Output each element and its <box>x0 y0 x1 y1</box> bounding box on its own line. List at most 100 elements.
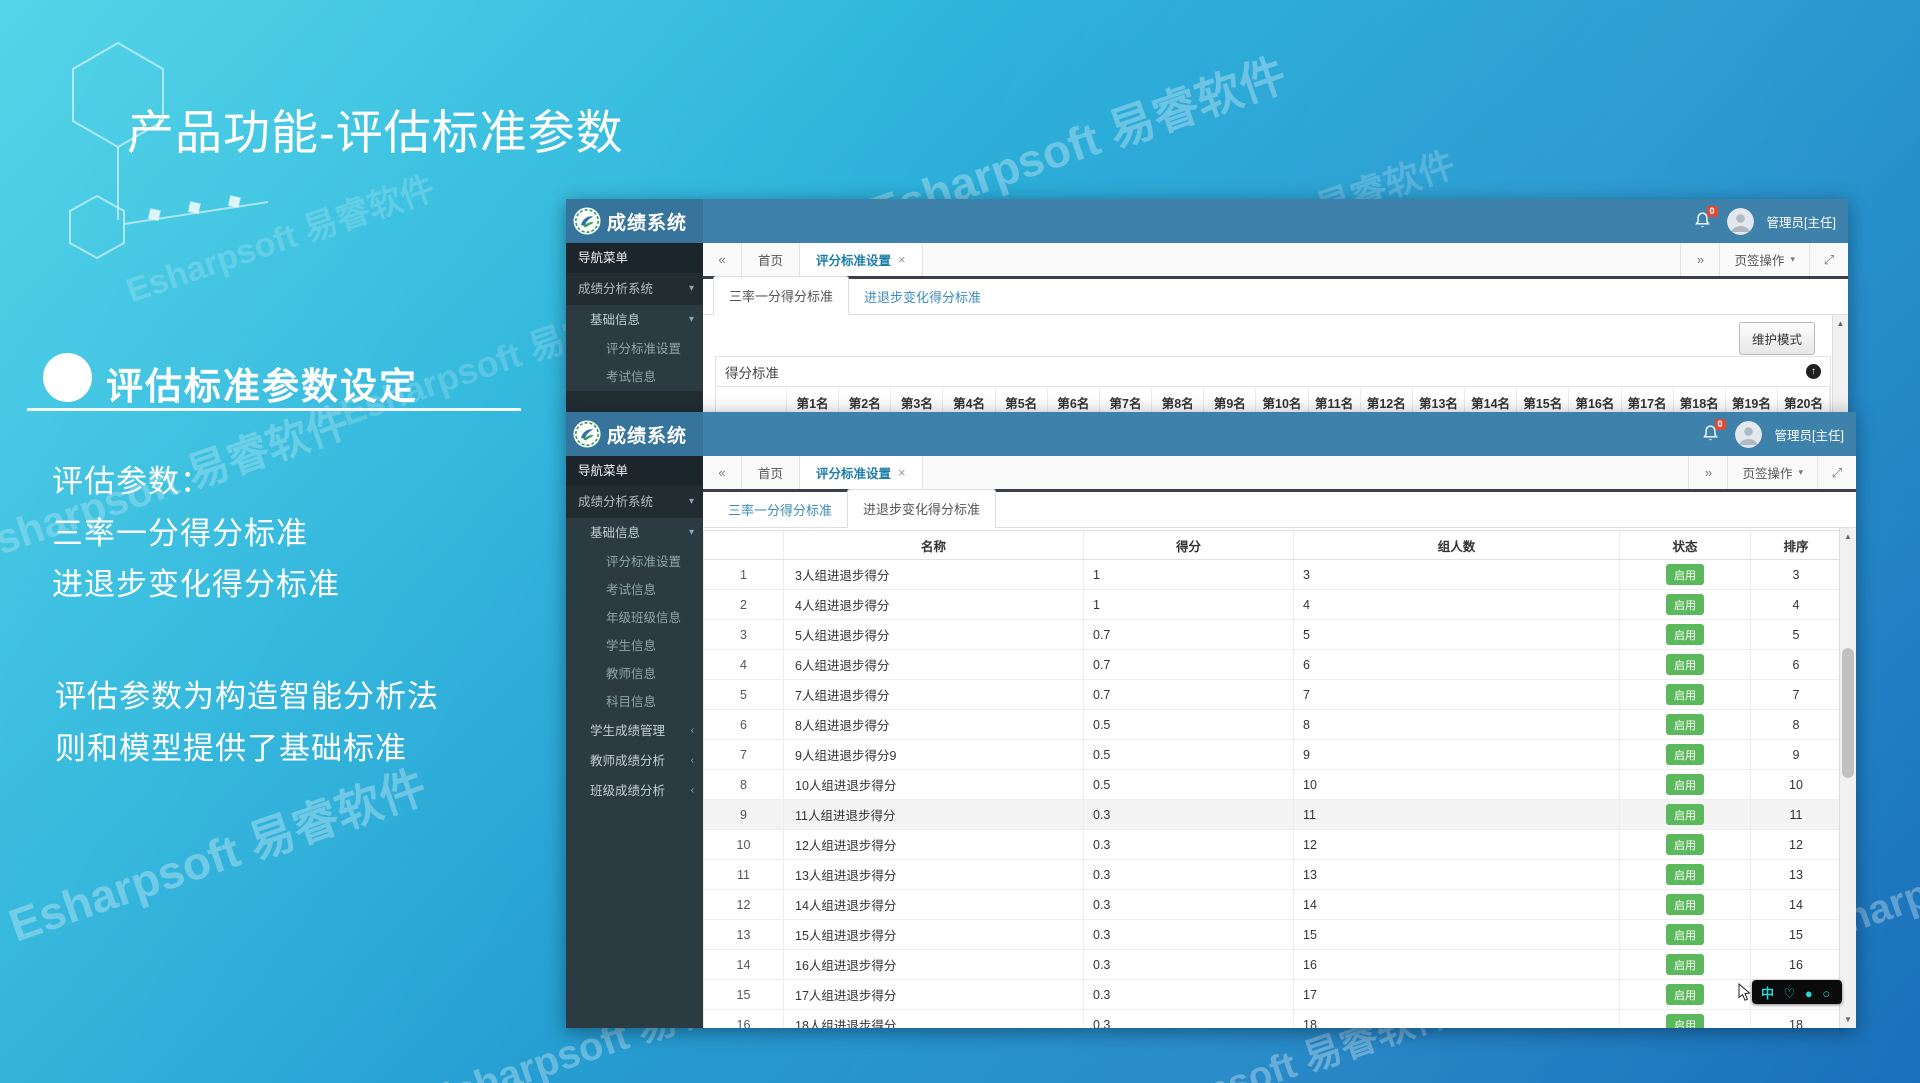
table-row[interactable]: 5 7人组进退步得分 0.7 7 启用 7 <box>704 680 1840 710</box>
rank-header-cell: 第6名 <box>1048 387 1100 413</box>
tab-operations-dropdown[interactable]: 页签操作 ▾ <box>1727 456 1817 489</box>
user-menu[interactable]: 管理员[主任] <box>1767 212 1836 231</box>
close-tab-icon[interactable]: × <box>898 465 906 480</box>
table-row[interactable]: 4 6人组进退步得分 0.7 6 启用 6 <box>704 650 1840 680</box>
sidebar-fill <box>566 806 703 1028</box>
maintain-mode-button[interactable]: 维护模式 <box>1739 322 1815 355</box>
sidebar-item[interactable]: 考试信息 <box>566 576 703 604</box>
close-tab-icon[interactable]: × <box>898 252 906 267</box>
sidebar-item[interactable]: 基础信息 ▾ <box>566 518 703 548</box>
sidebar-item[interactable]: 成绩分析系统 ▾ <box>566 273 703 305</box>
cell-status: 启用 <box>1620 740 1751 769</box>
cell-group-size: 7 <box>1294 680 1620 709</box>
sidebar-item[interactable]: 学生成绩管理 ‹ <box>566 716 703 746</box>
window-body: 导航菜单 成绩分析系统 ▾ 基础信息 ▾ 评分标准设置 考试信息 <box>566 243 1848 413</box>
table-row[interactable]: 1 3人组进退步得分 1 3 启用 3 <box>704 560 1840 590</box>
tabs-scroll-right-icon[interactable]: » <box>1688 456 1727 489</box>
sidebar-item[interactable]: 教师成绩分析 ‹ <box>566 746 703 776</box>
cell-score: 1 <box>1084 560 1294 589</box>
tab-operations-label: 页签操作 <box>1742 463 1792 482</box>
body-text-line: 评估参数： <box>52 456 212 501</box>
vertical-scrollbar[interactable]: ▲ ▼ <box>1839 528 1856 1028</box>
table-row[interactable]: 12 14人组进退步得分 0.3 14 启用 14 <box>704 890 1840 920</box>
fullscreen-icon[interactable]: ⤢ <box>1817 456 1856 489</box>
table-row[interactable]: 15 17人组进退步得分 0.3 17 启用 17 <box>704 980 1840 1010</box>
rank-header-cell: 第14名 <box>1465 387 1517 413</box>
scroll-up-icon[interactable]: ▲ <box>1833 319 1848 328</box>
ime-indicator[interactable]: 中 ♡ ● ○ <box>1737 980 1842 1004</box>
caret-down-icon: ▾ <box>1798 467 1803 478</box>
table-row[interactable]: 11 13人组进退步得分 0.3 13 启用 13 <box>704 860 1840 890</box>
notifications-button[interactable]: 0 <box>1692 209 1714 233</box>
main-area: « 首页 评分标准设置 × » 页签操作 ▾ ⤢ 三率一分得分标准 <box>703 243 1848 413</box>
rank-header-cell: 第9名 <box>1204 387 1256 413</box>
cell-score: 0.7 <box>1084 650 1294 679</box>
sidebar-item[interactable]: 评分标准设置 <box>566 548 703 576</box>
cell-index: 7 <box>704 740 784 769</box>
cell-status: 启用 <box>1620 650 1751 679</box>
rank-header-cell: 第13名 <box>1413 387 1465 413</box>
scroll-up-icon[interactable]: ▲ <box>1840 532 1856 541</box>
table-row[interactable]: 14 16人组进退步得分 0.3 16 启用 16 <box>704 950 1840 980</box>
chevron-icon: ▾ <box>689 486 694 518</box>
bullet-dot <box>43 353 92 402</box>
fullscreen-icon[interactable]: ⤢ <box>1809 243 1848 276</box>
tab-home[interactable]: 首页 <box>742 243 800 276</box>
cell-name: 5人组进退步得分 <box>784 620 1084 649</box>
cell-score: 0.3 <box>1084 980 1294 1009</box>
tabs-scroll-left-icon[interactable]: « <box>703 456 742 489</box>
table-row[interactable]: 6 8人组进退步得分 0.5 8 启用 8 <box>704 710 1840 740</box>
tab-operations-dropdown[interactable]: 页签操作 ▾ <box>1719 243 1809 276</box>
avatar[interactable] <box>1735 421 1762 448</box>
table-row[interactable]: 16 18人组进退步得分 0.3 18 启用 18 <box>704 1010 1840 1028</box>
sidebar-item[interactable]: 班级成绩分析 ‹ <box>566 776 703 806</box>
sidebar-item[interactable]: 基础信息 ▾ <box>566 305 703 335</box>
cell-score: 0.7 <box>1084 680 1294 709</box>
table-row[interactable]: 10 12人组进退步得分 0.3 12 启用 12 <box>704 830 1840 860</box>
table-row[interactable]: 2 4人组进退步得分 1 4 启用 4 <box>704 590 1840 620</box>
avatar[interactable] <box>1727 208 1754 235</box>
sidebar-item[interactable]: 教师信息 <box>566 660 703 688</box>
status-badge: 启用 <box>1666 954 1704 975</box>
cell-group-size: 15 <box>1294 920 1620 949</box>
cell-name: 14人组进退步得分 <box>784 890 1084 919</box>
cell-name: 17人组进退步得分 <box>784 980 1084 1009</box>
table-row[interactable]: 8 10人组进退步得分 0.5 10 启用 10 <box>704 770 1840 800</box>
tab-home[interactable]: 首页 <box>742 456 800 489</box>
subtab-three-rate-standard[interactable]: 三率一分得分标准 <box>713 276 849 315</box>
table-row[interactable]: 9 11人组进退步得分 0.3 11 启用 11 <box>704 800 1840 830</box>
sidebar-item[interactable]: 考试信息 <box>566 363 703 391</box>
user-menu[interactable]: 管理员[主任] <box>1775 425 1844 444</box>
sidebar-item[interactable]: 年级班级信息 <box>566 604 703 632</box>
table-row[interactable]: 3 5人组进退步得分 0.7 5 启用 5 <box>704 620 1840 650</box>
tabs-scroll-right-icon[interactable]: » <box>1680 243 1719 276</box>
sidebar-item[interactable]: 成绩分析系统 ▾ <box>566 486 703 518</box>
cell-status: 启用 <box>1620 680 1751 709</box>
subtab-progress-change-standard[interactable]: 进退步变化得分标准 <box>847 489 996 528</box>
notifications-button[interactable]: 0 <box>1700 422 1722 446</box>
tab-score-standard-settings[interactable]: 评分标准设置 × <box>800 456 923 489</box>
sidebar-item[interactable]: 学生信息 <box>566 632 703 660</box>
header-right: 0 管理员[主任] <box>1700 412 1856 456</box>
cell-status: 启用 <box>1620 830 1751 859</box>
scrollbar-thumb[interactable] <box>1842 648 1854 778</box>
subtab-progress-change-standard[interactable]: 进退步变化得分标准 <box>849 278 996 315</box>
sidebar-item[interactable]: 评分标准设置 <box>566 335 703 363</box>
cell-status: 启用 <box>1620 890 1751 919</box>
tab-score-standard-settings[interactable]: 评分标准设置 × <box>800 243 923 276</box>
app-logo[interactable]: 成绩系统 <box>566 199 703 243</box>
cell-order: 15 <box>1751 920 1841 949</box>
tabs-scroll-left-icon[interactable]: « <box>703 243 742 276</box>
subtab-three-rate-standard[interactable]: 三率一分得分标准 <box>713 491 847 528</box>
table-row[interactable]: 13 15人组进退步得分 0.3 15 启用 15 <box>704 920 1840 950</box>
subtab-bar: 三率一分得分标准 进退步变化得分标准 <box>703 492 1856 528</box>
sidebar-item[interactable]: 科目信息 <box>566 688 703 716</box>
table-row[interactable]: 7 9人组进退步得分9 0.5 9 启用 9 <box>704 740 1840 770</box>
vertical-scrollbar[interactable]: ▲ <box>1832 315 1848 413</box>
app-logo[interactable]: 成绩系统 <box>566 412 703 456</box>
cell-order: 4 <box>1751 590 1841 619</box>
window-score-standard: 成绩系统 0 管理员[主任] <box>566 199 1848 413</box>
scroll-down-icon[interactable]: ▼ <box>1840 1015 1856 1024</box>
collapse-up-icon[interactable]: ↑ <box>1806 364 1821 379</box>
cell-status: 启用 <box>1620 920 1751 949</box>
